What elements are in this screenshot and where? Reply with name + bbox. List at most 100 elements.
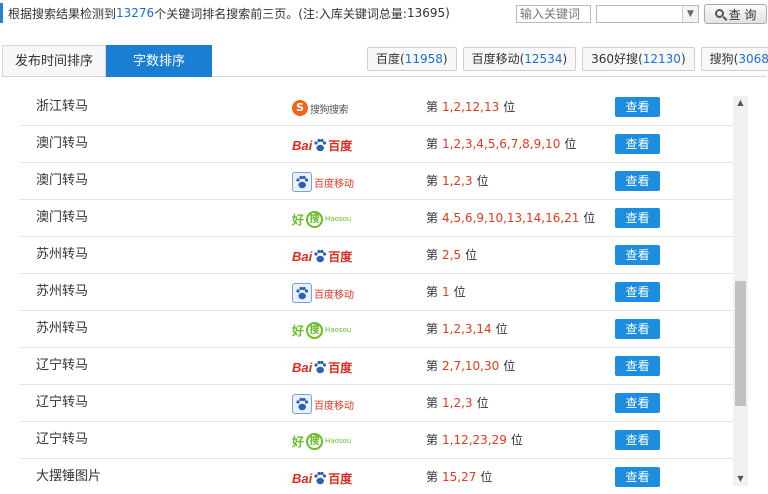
keyword: 辽宁转马 [36, 358, 89, 373]
engine-logo: 好搜 Haosou [292, 320, 351, 340]
engine-filter-baidu[interactable]: 百度(11958) [367, 47, 457, 71]
baidu-logo-text: Bai [292, 137, 313, 153]
scroll-down-icon[interactable]: ▼ [733, 472, 748, 486]
rank-positions: 1,2,3 [442, 396, 473, 410]
summary-marker [0, 3, 3, 23]
tab-divider [212, 76, 766, 77]
keyword: 辽宁转马 [36, 432, 89, 447]
baidu-logo-cn: 百度 [328, 138, 353, 153]
haosou-logo-en: Haosou [325, 437, 352, 445]
rank-info: 第 15,27 位 [426, 459, 492, 494]
view-button[interactable]: 查看 [615, 134, 660, 154]
keyword: 大摆锤图片 [36, 469, 102, 484]
keyword: 辽宁转马 [36, 395, 89, 410]
haosou-logo-icon: 搜 [306, 432, 324, 450]
rank-suffix: 位 [476, 174, 489, 188]
baidu-paw-icon [314, 360, 327, 374]
keyword: 澳门转马 [36, 210, 89, 225]
engine-name: 360好搜 [591, 52, 639, 66]
tab-publish-time[interactable]: 发布时间排序 [2, 45, 106, 77]
rank-positions: 1,2,3,4,5,6,7,8,9,10 [442, 137, 561, 151]
sogou-logo-text: 搜狗搜索 [310, 104, 349, 116]
view-button[interactable]: 查看 [615, 319, 660, 339]
rank-suffix: 位 [465, 248, 478, 262]
engine-filters: 百度(11958) 百度移动(12534) 360好搜(12130) 搜狗(30… [367, 47, 768, 71]
summary-total: 13695 [406, 6, 446, 20]
scrollbar[interactable]: ▲ ▼ [733, 96, 748, 486]
sort-tabs: 发布时间排序 字数排序 [2, 45, 212, 77]
scroll-up-icon[interactable]: ▲ [733, 96, 748, 110]
rank-suffix: 位 [583, 211, 596, 225]
view-button[interactable]: 查看 [615, 97, 660, 117]
keyword: 浙江转马 [36, 99, 89, 114]
engine-logo: Bai 百度 [292, 468, 352, 488]
rank-positions: 1,2,12,13 [442, 100, 500, 114]
rank-info: 第 1,2,3 位 [426, 163, 489, 199]
rank-info: 第 1,12,23,29 位 [426, 422, 523, 458]
engine-filter-sogou[interactable]: 搜狗(3068) [700, 47, 768, 71]
rank-suffix: 位 [480, 470, 493, 484]
list-item: 澳门转马 Bai 百度 第 1,2,3,4,5,6,7,8,9,10 位 查看 [20, 126, 748, 163]
haosou-logo-text: 好 [292, 323, 305, 338]
rank-prefix: 第 [426, 100, 439, 114]
rank-info: 第 1,2,3,4,5,6,7,8,9,10 位 [426, 126, 576, 162]
baidu-logo-text: Bai [292, 470, 313, 486]
baidu-mobile-logo-icon [292, 172, 312, 192]
rank-prefix: 第 [426, 322, 439, 336]
query-button[interactable]: 查 询 [704, 4, 767, 24]
rank-prefix: 第 [426, 433, 439, 447]
engine-logo: 好搜 Haosou [292, 431, 351, 451]
rank-info: 第1位 [426, 274, 466, 310]
engine-logo: 百度移动 [292, 394, 354, 414]
baidu-mobile-logo-icon [292, 394, 312, 414]
view-button[interactable]: 查看 [615, 282, 660, 302]
rank-suffix: 位 [476, 396, 489, 410]
view-button[interactable]: 查看 [615, 356, 660, 376]
rank-positions: 1,2,3,14 [442, 322, 492, 336]
rank-prefix: 第 [426, 137, 439, 151]
engine-logo: Bai 百度 [292, 357, 352, 377]
engine-filter-360[interactable]: 360好搜(12130) [582, 47, 695, 71]
keyword-search-input[interactable] [516, 5, 591, 23]
rank-prefix: 第 [426, 470, 439, 484]
chevron-down-icon[interactable]: ▼ [682, 6, 698, 22]
engine-count: 12534 [524, 52, 563, 66]
view-button[interactable]: 查看 [615, 171, 660, 191]
baidu-mobile-logo-text: 百度移动 [314, 178, 354, 190]
list-item: 苏州转马 百度移动 第 1 位 查看 [20, 274, 748, 311]
query-button-label: 查 询 [728, 7, 757, 22]
baidu-logo-text: Bai [292, 359, 313, 375]
view-button[interactable]: 查看 [615, 245, 660, 265]
baidu-mobile-logo-icon [292, 283, 312, 303]
rank-prefix: 第 [426, 248, 439, 262]
tab-word-count[interactable]: 字数排序 [106, 45, 212, 77]
view-button[interactable]: 查看 [615, 393, 660, 413]
view-button[interactable]: 查看 [615, 467, 660, 487]
engine-count: 12130 [642, 52, 681, 66]
rank-positions: 1,2,3 [442, 174, 473, 188]
engine-logo: Bai 百度 [292, 135, 352, 155]
list-item: 辽宁转马 百度移动 第 1,2,3 位 查看 [20, 385, 748, 422]
rank-prefix: 第 [426, 396, 439, 410]
baidu-logo-cn: 百度 [328, 249, 353, 264]
rank-info: 第 4,5,6,9,10,13,14,16,21 位 [426, 200, 595, 236]
rank-prefix: 第 [426, 211, 439, 225]
engine-count: 11958 [404, 52, 443, 66]
haosou-logo-text: 好 [292, 212, 305, 227]
engine-logo: S 搜狗搜索 [292, 98, 349, 118]
engine-name: 搜狗 [709, 52, 734, 66]
list-item: 苏州转马 好搜 Haosou 第 1,2,3,14 位 查看 [20, 311, 748, 348]
scrollbar-thumb[interactable] [735, 281, 746, 406]
engine-select[interactable]: ▼ [596, 5, 699, 23]
rank-positions: 15,27 [442, 470, 477, 484]
view-button[interactable]: 查看 [615, 430, 660, 450]
summary-suffix: ) [445, 6, 450, 20]
rank-positions: 4,5,6,9,10,13,14,16,21 [442, 211, 580, 225]
rank-info: 第 2,7,10,30 位 [426, 348, 515, 384]
rank-suffix: 位 [510, 433, 523, 447]
engine-filter-baidu-mobile[interactable]: 百度移动(12534) [462, 47, 577, 71]
keyword: 苏州转马 [36, 284, 89, 299]
list-item: 苏州转马 Bai 百度 第 2,5 位 查看 [20, 237, 748, 274]
baidu-logo-cn: 百度 [328, 360, 353, 375]
view-button[interactable]: 查看 [615, 208, 660, 228]
